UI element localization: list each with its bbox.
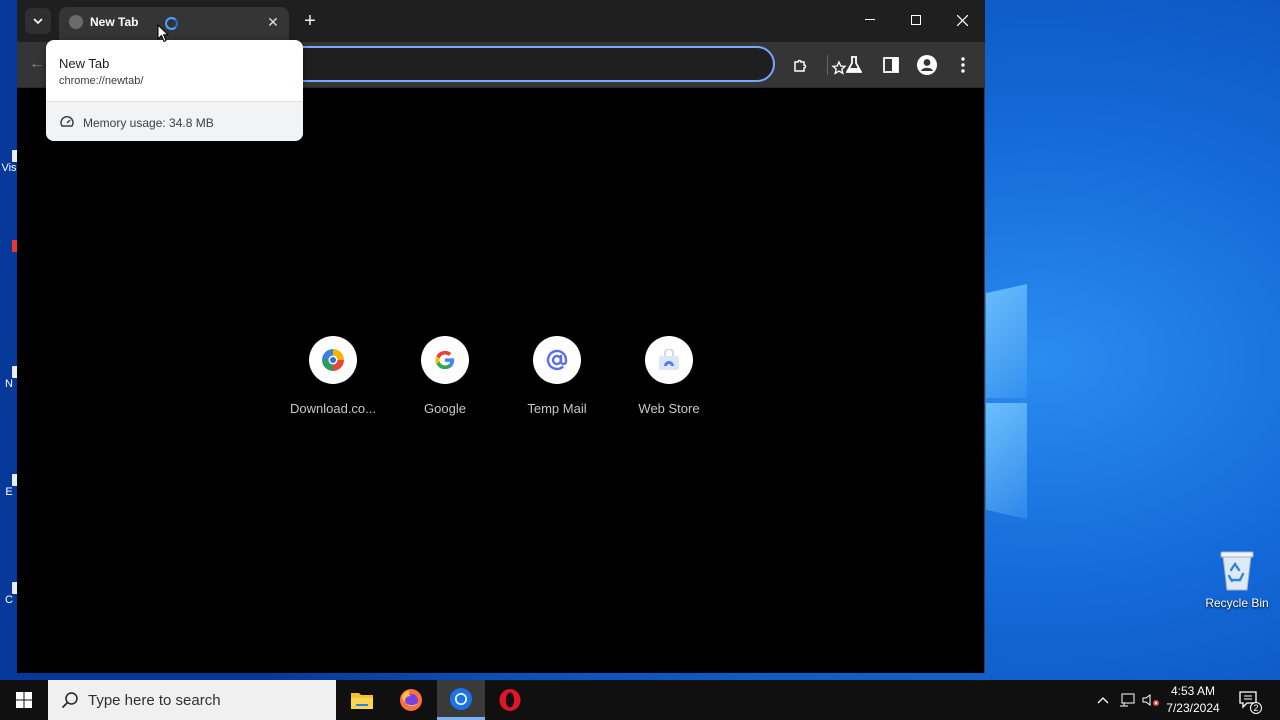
desktop-icon-partial[interactable]: C (0, 582, 22, 606)
close-tab-icon[interactable]: ✕ (264, 13, 282, 31)
downloadcom-icon (322, 349, 344, 371)
recycle-bin-label: Recycle Bin (1205, 596, 1269, 610)
tab-search-button[interactable] (25, 8, 51, 34)
shortcut-icon-circle (421, 336, 469, 384)
toolbar-divider (827, 55, 828, 75)
taskbar-firefox[interactable] (387, 680, 435, 720)
minimize-icon (865, 19, 875, 20)
shortcut-label: Temp Mail (527, 401, 587, 416)
taskbar-search-box[interactable]: Type here to search (48, 680, 336, 720)
file-explorer-icon (351, 693, 373, 709)
google-icon (435, 350, 455, 370)
profile-avatar-icon[interactable] (917, 55, 937, 75)
taskbar-chrome[interactable] (437, 680, 485, 720)
tab-title: New Tab (90, 15, 139, 29)
taskbar-opera[interactable] (486, 680, 534, 720)
new-tab-button[interactable]: + (299, 10, 321, 32)
desktop-icon-label: C (5, 594, 13, 606)
firefox-icon (400, 689, 422, 711)
close-window-button[interactable] (939, 0, 985, 40)
back-arrow-icon[interactable]: ← (29, 55, 45, 73)
extensions-icon[interactable] (791, 55, 811, 75)
shortcut-label: Web Store (638, 401, 700, 416)
recycle-bin-icon (1220, 551, 1254, 591)
action-center-button[interactable]: 2 (1236, 680, 1262, 720)
speaker-muted-icon (1142, 694, 1159, 706)
shortcut-icon-circle (533, 336, 581, 384)
recycle-bin[interactable]: Recycle Bin (1203, 548, 1271, 610)
maximize-icon (911, 15, 921, 25)
wallpaper-logo-pane (986, 284, 1027, 398)
opera-icon (499, 689, 521, 711)
shortcut-tile[interactable]: Web Store (619, 336, 719, 416)
kebab-menu-icon[interactable] (953, 55, 973, 75)
shortcut-icon-circle (645, 336, 693, 384)
clock-date: 7/23/2024 (1166, 701, 1220, 715)
search-placeholder: Type here to search (88, 692, 221, 709)
web-store-icon (659, 349, 679, 370)
shortcut-label: Google (424, 401, 466, 416)
taskbar: Type here to search 4:53 AM 7/23/2024 2 (0, 680, 1280, 720)
shortcut-tile[interactable]: Download.co... (283, 336, 383, 416)
memory-usage-text: Memory usage: 34.8 MB (83, 116, 214, 130)
tab-new-tab[interactable]: New Tab ✕ (59, 7, 289, 42)
volume-tray-button[interactable] (1141, 680, 1161, 720)
tab-hover-card: New Tab chrome://newtab/ Memory usage: 3… (46, 40, 303, 141)
minimize-button[interactable] (847, 0, 893, 40)
clock-time: 4:53 AM (1170, 684, 1216, 698)
shortcut-tile[interactable]: Google (395, 336, 495, 416)
desktop-icon-partial[interactable]: Vis (0, 150, 22, 174)
start-button[interactable] (0, 680, 48, 720)
shortcut-tile[interactable]: Temp Mail (507, 336, 607, 416)
hover-card-url: chrome://newtab/ (59, 75, 144, 87)
desktop-icon-partial[interactable] (0, 240, 22, 252)
shortcut-label: Download.co... (290, 401, 376, 416)
desktop-icon-label: N (5, 378, 13, 390)
chrome-icon (450, 687, 472, 710)
chevron-down-icon (33, 18, 43, 24)
mouse-pointer-icon (157, 24, 169, 43)
desktop-icon-label: Vis (1, 162, 17, 174)
chevron-up-icon (1097, 697, 1109, 704)
network-tray-button[interactable] (1117, 680, 1137, 720)
wallpaper-logo-pane (986, 403, 1027, 519)
windows-logo-icon (16, 692, 32, 708)
maximize-button[interactable] (893, 0, 939, 40)
labs-flask-icon[interactable] (844, 55, 864, 75)
shortcut-icon-circle (309, 336, 357, 384)
at-sign-icon (546, 349, 568, 371)
close-icon (956, 14, 968, 26)
desktop-icon-label: E (5, 486, 13, 498)
network-icon (1120, 693, 1135, 707)
side-panel-icon[interactable] (881, 55, 901, 75)
taskbar-file-explorer[interactable] (338, 680, 386, 720)
memory-gauge-icon (60, 116, 74, 127)
hover-card-footer: Memory usage: 34.8 MB (46, 101, 303, 141)
taskbar-clock[interactable]: 4:53 AM 7/23/2024 (1160, 683, 1226, 717)
desktop-icon-partial[interactable]: N (0, 366, 22, 390)
notification-count-badge: 2 (1250, 702, 1262, 714)
show-hidden-icons-button[interactable] (1094, 680, 1112, 720)
hover-card-title: New Tab (59, 56, 110, 71)
search-icon (61, 692, 78, 709)
desktop-icon-partial[interactable]: E (0, 474, 22, 498)
globe-icon (69, 15, 83, 29)
